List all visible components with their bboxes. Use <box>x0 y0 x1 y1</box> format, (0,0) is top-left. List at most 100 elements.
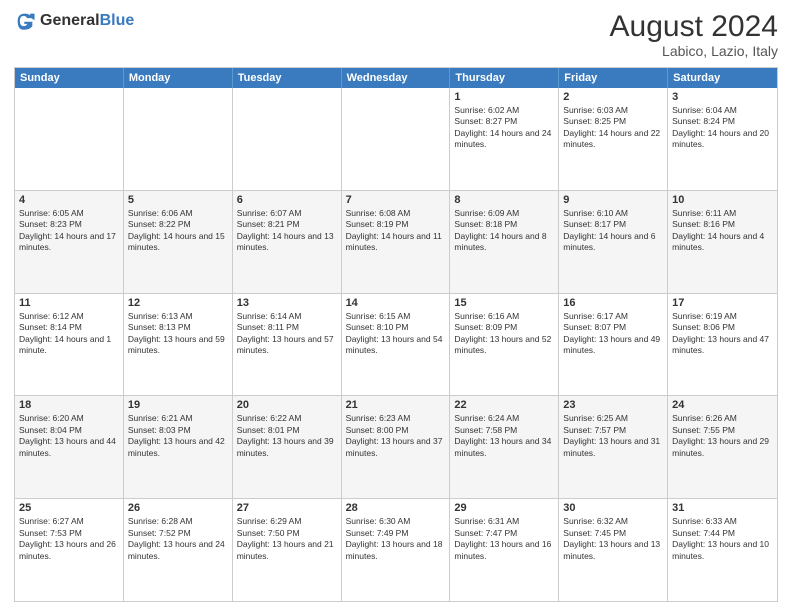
cell-info: Sunrise: 6:03 AM Sunset: 8:25 PM Dayligh… <box>563 105 663 151</box>
day-number: 3 <box>672 91 773 103</box>
day-number: 5 <box>128 194 228 206</box>
empty-cell <box>233 88 342 190</box>
day-cell-2: 2 Sunrise: 6:03 AM Sunset: 8:25 PM Daylig… <box>559 88 668 190</box>
day-number: 12 <box>128 297 228 309</box>
day-cell-30: 30 Sunrise: 6:32 AM Sunset: 7:45 PM Dayli… <box>559 499 668 601</box>
cell-info: Sunrise: 6:17 AM Sunset: 8:07 PM Dayligh… <box>563 311 663 357</box>
cell-info: Sunrise: 6:20 AM Sunset: 8:04 PM Dayligh… <box>19 413 119 459</box>
week-row-3: 18 Sunrise: 6:20 AM Sunset: 8:04 PM Dayli… <box>15 395 777 498</box>
day-number: 15 <box>454 297 554 309</box>
logo: GeneralBlue <box>14 10 134 32</box>
day-number: 17 <box>672 297 773 309</box>
day-number: 4 <box>19 194 119 206</box>
day-cell-3: 3 Sunrise: 6:04 AM Sunset: 8:24 PM Daylig… <box>668 88 777 190</box>
day-number: 8 <box>454 194 554 206</box>
day-number: 27 <box>237 502 337 514</box>
cell-info: Sunrise: 6:22 AM Sunset: 8:01 PM Dayligh… <box>237 413 337 459</box>
day-cell-25: 25 Sunrise: 6:27 AM Sunset: 7:53 PM Dayli… <box>15 499 124 601</box>
header-day-tuesday: Tuesday <box>233 68 342 88</box>
subtitle: Labico, Lazio, Italy <box>610 43 778 59</box>
day-number: 9 <box>563 194 663 206</box>
week-row-4: 25 Sunrise: 6:27 AM Sunset: 7:53 PM Dayli… <box>15 498 777 601</box>
day-number: 6 <box>237 194 337 206</box>
day-cell-21: 21 Sunrise: 6:23 AM Sunset: 8:00 PM Dayli… <box>342 396 451 498</box>
cell-info: Sunrise: 6:02 AM Sunset: 8:27 PM Dayligh… <box>454 105 554 151</box>
day-number: 24 <box>672 399 773 411</box>
day-cell-20: 20 Sunrise: 6:22 AM Sunset: 8:01 PM Dayli… <box>233 396 342 498</box>
cell-info: Sunrise: 6:26 AM Sunset: 7:55 PM Dayligh… <box>672 413 773 459</box>
day-cell-11: 11 Sunrise: 6:12 AM Sunset: 8:14 PM Dayli… <box>15 294 124 396</box>
day-number: 13 <box>237 297 337 309</box>
day-cell-9: 9 Sunrise: 6:10 AM Sunset: 8:17 PM Daylig… <box>559 191 668 293</box>
cell-info: Sunrise: 6:21 AM Sunset: 8:03 PM Dayligh… <box>128 413 228 459</box>
cell-info: Sunrise: 6:07 AM Sunset: 8:21 PM Dayligh… <box>237 208 337 254</box>
day-cell-12: 12 Sunrise: 6:13 AM Sunset: 8:13 PM Dayli… <box>124 294 233 396</box>
logo-text: GeneralBlue <box>40 12 134 30</box>
header-day-monday: Monday <box>124 68 233 88</box>
empty-cell <box>342 88 451 190</box>
cell-info: Sunrise: 6:14 AM Sunset: 8:11 PM Dayligh… <box>237 311 337 357</box>
cell-info: Sunrise: 6:05 AM Sunset: 8:23 PM Dayligh… <box>19 208 119 254</box>
cell-info: Sunrise: 6:12 AM Sunset: 8:14 PM Dayligh… <box>19 311 119 357</box>
day-cell-14: 14Sunrise: 6:15 AM Sunset: 8:10 PM Dayli… <box>342 294 451 396</box>
day-number: 16 <box>563 297 663 309</box>
cell-info: Sunrise: 6:08 AM Sunset: 8:19 PM Dayligh… <box>346 208 446 254</box>
week-row-0: 1 Sunrise: 6:02 AM Sunset: 8:27 PM Daylig… <box>15 88 777 190</box>
day-number: 30 <box>563 502 663 514</box>
main-title: August 2024 <box>610 10 778 43</box>
cell-info: Sunrise: 6:11 AM Sunset: 8:16 PM Dayligh… <box>672 208 773 254</box>
day-cell-10: 10 Sunrise: 6:11 AM Sunset: 8:16 PM Dayli… <box>668 191 777 293</box>
day-number: 26 <box>128 502 228 514</box>
day-number: 28 <box>346 502 446 514</box>
header-day-friday: Friday <box>559 68 668 88</box>
cell-info: Sunrise: 6:10 AM Sunset: 8:17 PM Dayligh… <box>563 208 663 254</box>
cell-info: Sunrise: 6:16 AM Sunset: 8:09 PM Dayligh… <box>454 311 554 357</box>
day-cell-7: 7 Sunrise: 6:08 AM Sunset: 8:19 PM Daylig… <box>342 191 451 293</box>
day-number: 20 <box>237 399 337 411</box>
day-cell-22: 22Sunrise: 6:24 AM Sunset: 7:58 PM Dayli… <box>450 396 559 498</box>
cell-info: Sunrise: 6:28 AM Sunset: 7:52 PM Dayligh… <box>128 516 228 562</box>
header: GeneralBlue August 2024 Labico, Lazio, I… <box>14 10 778 59</box>
header-day-saturday: Saturday <box>668 68 777 88</box>
cell-info: Sunrise: 6:25 AM Sunset: 7:57 PM Dayligh… <box>563 413 663 459</box>
day-number: 25 <box>19 502 119 514</box>
day-number: 2 <box>563 91 663 103</box>
day-cell-8: 8 Sunrise: 6:09 AM Sunset: 8:18 PM Daylig… <box>450 191 559 293</box>
logo-icon <box>14 10 36 32</box>
day-cell-26: 26 Sunrise: 6:28 AM Sunset: 7:52 PM Dayli… <box>124 499 233 601</box>
day-number: 22 <box>454 399 554 411</box>
cell-info: Sunrise: 6:32 AM Sunset: 7:45 PM Dayligh… <box>563 516 663 562</box>
day-number: 31 <box>672 502 773 514</box>
week-row-1: 4 Sunrise: 6:05 AM Sunset: 8:23 PM Daylig… <box>15 190 777 293</box>
day-cell-31: 31Sunrise: 6:33 AM Sunset: 7:44 PM Dayli… <box>668 499 777 601</box>
cell-info: Sunrise: 6:13 AM Sunset: 8:13 PM Dayligh… <box>128 311 228 357</box>
cell-info: Sunrise: 6:15 AM Sunset: 8:10 PM Dayligh… <box>346 311 446 357</box>
day-number: 7 <box>346 194 446 206</box>
day-cell-19: 19Sunrise: 6:21 AM Sunset: 8:03 PM Dayli… <box>124 396 233 498</box>
day-number: 10 <box>672 194 773 206</box>
day-cell-23: 23Sunrise: 6:25 AM Sunset: 7:57 PM Dayli… <box>559 396 668 498</box>
empty-cell <box>124 88 233 190</box>
day-number: 11 <box>19 297 119 309</box>
cell-info: Sunrise: 6:27 AM Sunset: 7:53 PM Dayligh… <box>19 516 119 562</box>
day-number: 21 <box>346 399 446 411</box>
cell-info: Sunrise: 6:23 AM Sunset: 8:00 PM Dayligh… <box>346 413 446 459</box>
logo-blue: Blue <box>100 12 135 29</box>
header-day-sunday: Sunday <box>15 68 124 88</box>
cell-info: Sunrise: 6:09 AM Sunset: 8:18 PM Dayligh… <box>454 208 554 254</box>
day-number: 18 <box>19 399 119 411</box>
day-cell-28: 28 Sunrise: 6:30 AM Sunset: 7:49 PM Dayli… <box>342 499 451 601</box>
calendar-header: SundayMondayTuesdayWednesdayThursdayFrid… <box>15 68 777 88</box>
day-cell-1: 1 Sunrise: 6:02 AM Sunset: 8:27 PM Daylig… <box>450 88 559 190</box>
header-day-thursday: Thursday <box>450 68 559 88</box>
day-number: 1 <box>454 91 554 103</box>
day-cell-15: 15 Sunrise: 6:16 AM Sunset: 8:09 PM Dayli… <box>450 294 559 396</box>
day-cell-16: 16 Sunrise: 6:17 AM Sunset: 8:07 PM Dayli… <box>559 294 668 396</box>
day-cell-6: 6 Sunrise: 6:07 AM Sunset: 8:21 PM Daylig… <box>233 191 342 293</box>
header-day-wednesday: Wednesday <box>342 68 451 88</box>
day-cell-4: 4 Sunrise: 6:05 AM Sunset: 8:23 PM Daylig… <box>15 191 124 293</box>
logo-general: General <box>40 12 100 29</box>
cell-info: Sunrise: 6:04 AM Sunset: 8:24 PM Dayligh… <box>672 105 773 151</box>
cell-info: Sunrise: 6:30 AM Sunset: 7:49 PM Dayligh… <box>346 516 446 562</box>
day-number: 29 <box>454 502 554 514</box>
